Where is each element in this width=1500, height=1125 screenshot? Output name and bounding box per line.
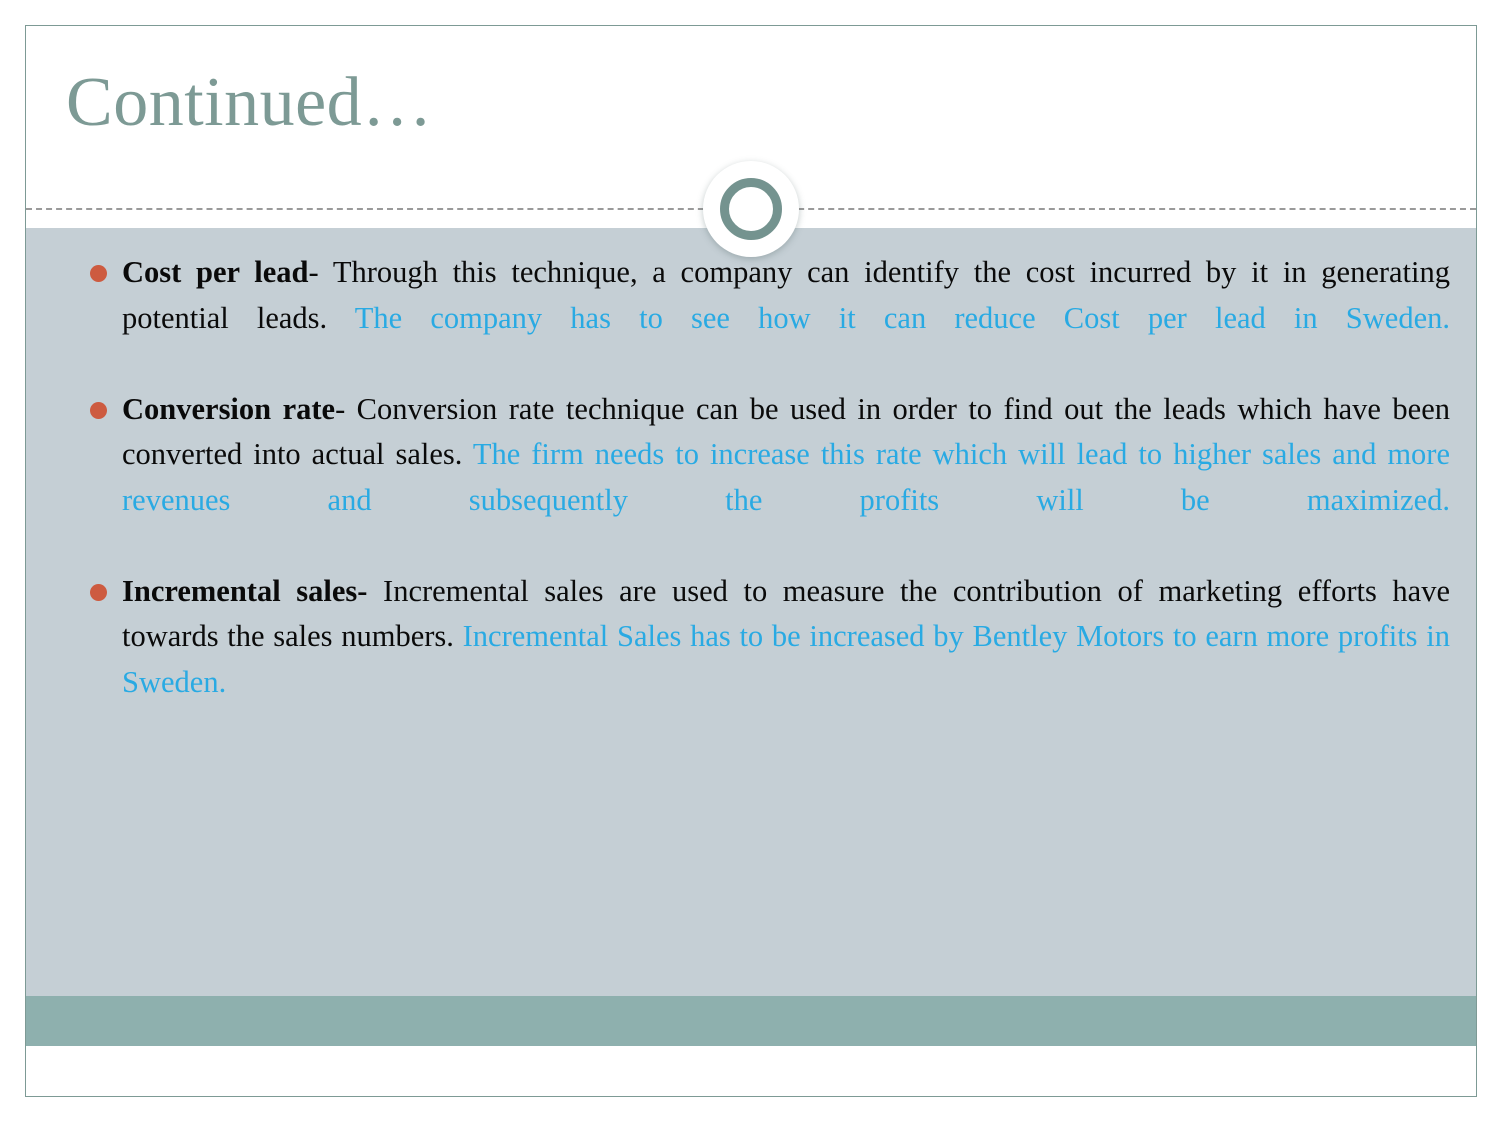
presentation-slide: Continued… Cost per lead- Through this t… <box>25 25 1477 1097</box>
circle-ring-icon <box>703 161 799 257</box>
slide-body-panel: Cost per lead- Through this technique, a… <box>26 228 1476 1046</box>
bullet-dot-icon <box>90 401 107 419</box>
bullet-lead-label: Incremental sales- <box>122 573 368 608</box>
bullet-list: Cost per lead- Through this technique, a… <box>66 250 1450 751</box>
page-title: Continued… <box>66 64 433 141</box>
slide-footer-bar <box>26 996 1476 1046</box>
bullet-lead-label: Cost per lead <box>122 255 309 289</box>
list-item: Cost per lead- Through this technique, a… <box>66 250 1450 387</box>
list-item: Conversion rate- Conversion rate techniq… <box>66 387 1450 569</box>
bullet-highlight-text: The company has to see how it can reduce… <box>354 300 1450 335</box>
list-item: Incremental sales- Incremental sales are… <box>66 569 1450 751</box>
bullet-lead-label: Conversion rate <box>122 391 336 426</box>
bullet-dot-icon <box>90 265 107 282</box>
circle-ring-inner <box>720 178 782 240</box>
bullet-dot-icon <box>90 583 107 601</box>
